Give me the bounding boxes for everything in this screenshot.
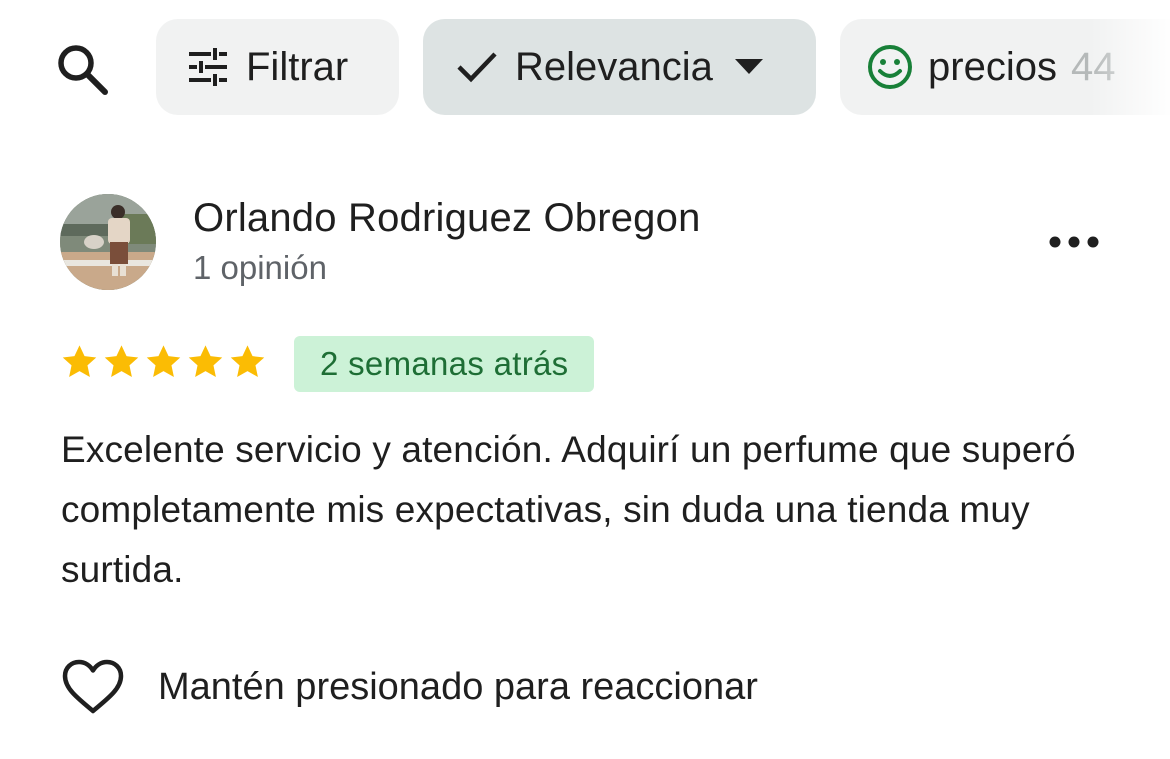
caret-down-icon bbox=[734, 59, 763, 75]
topic-chip-precios[interactable]: precios 44 bbox=[840, 19, 1170, 115]
smiley-icon bbox=[866, 44, 914, 90]
reviewer-name[interactable]: Orlando Rodriguez Obregon bbox=[193, 196, 701, 241]
check-icon bbox=[455, 50, 499, 84]
react-button[interactable]: Mantén presionado para reaccionar bbox=[62, 654, 758, 720]
topic-chip-count: 44 bbox=[1070, 44, 1116, 89]
review-date-badge: 2 semanas atrás bbox=[294, 336, 595, 392]
sort-chip-label: Relevancia bbox=[515, 44, 713, 89]
tune-icon bbox=[186, 48, 230, 86]
more-horizontal-icon bbox=[1049, 236, 1099, 248]
filter-chip[interactable]: Filtrar bbox=[156, 19, 399, 115]
topic-chip-label: precios bbox=[928, 44, 1057, 89]
star-icon bbox=[230, 345, 265, 377]
filter-chip-label: Filtrar bbox=[246, 44, 349, 89]
avatar[interactable] bbox=[60, 194, 156, 290]
star-icon bbox=[146, 345, 181, 377]
heart-icon bbox=[62, 657, 128, 717]
filter-bar: Filtrar Relevancia precios 44 bbox=[0, 19, 1170, 115]
react-label: Mantén presionado para reaccionar bbox=[158, 665, 758, 708]
star-icon bbox=[104, 345, 139, 377]
star-icon bbox=[188, 345, 223, 377]
search-icon bbox=[58, 45, 108, 95]
review-text: Excelente servicio y atención. Adquirí u… bbox=[61, 429, 1076, 590]
reviewer-review-count: 1 opinión bbox=[193, 249, 327, 286]
star-rating bbox=[60, 342, 267, 382]
star-icon bbox=[62, 345, 97, 377]
sort-chip[interactable]: Relevancia bbox=[423, 19, 816, 115]
more-options-button[interactable] bbox=[1042, 218, 1106, 266]
search-button[interactable] bbox=[50, 37, 114, 101]
